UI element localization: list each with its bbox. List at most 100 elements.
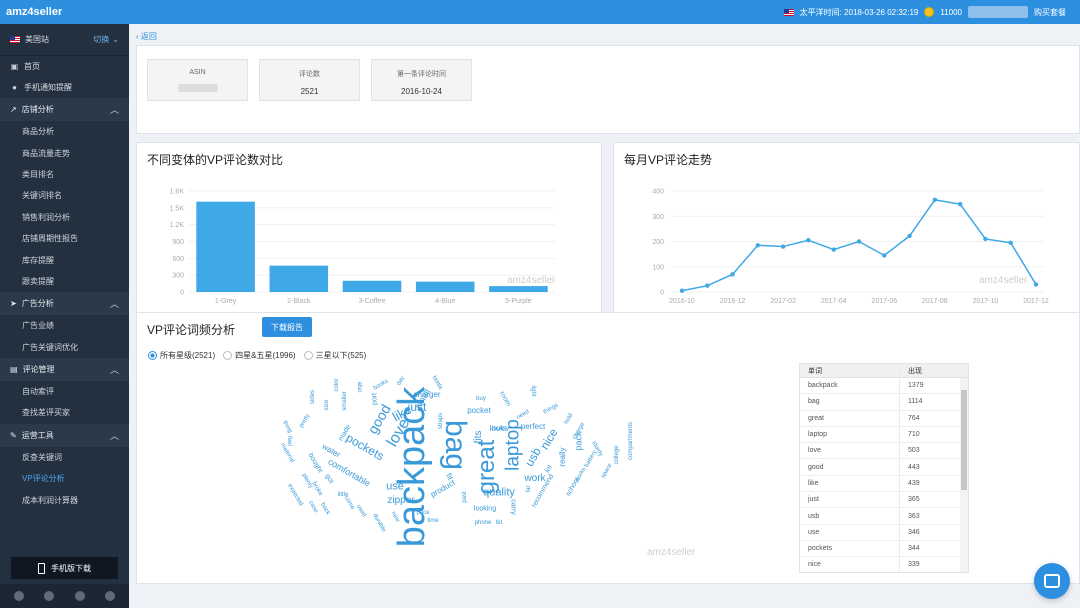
- wechat-icon[interactable]: [74, 591, 85, 601]
- sidebar-item-ad-performance[interactable]: 广告业绩: [0, 315, 129, 336]
- sidebar-item-hijack-alert[interactable]: 跟卖提醒: [0, 271, 129, 292]
- user-account[interactable]: [968, 6, 1028, 18]
- sidebar-item-periodic-report[interactable]: 店铺周期性报告: [0, 228, 129, 249]
- sidebar: 美国站 切换 ⌄ ▣ 首页 ● 手机通知提醒 ↗ 店铺分析 ︿ 商品分析 商品流量走势 类…: [0, 24, 129, 608]
- sidebar-item-product-analysis[interactable]: 商品分析: [0, 121, 129, 142]
- sidebar-item-category-rank[interactable]: 类目排名: [0, 164, 129, 185]
- radio-dot: [303, 351, 313, 360]
- cloud-word: phone: [474, 520, 492, 526]
- cloud-word: bought: [306, 451, 324, 475]
- cell-word: usb: [800, 508, 900, 524]
- y-tick-label: 1.5K: [170, 205, 185, 212]
- bar-4-Blue: [415, 281, 475, 292]
- sidebar-item-find-bad-reviewers[interactable]: 查找差评买家: [0, 402, 129, 423]
- x-tick-label: 2017-08: [922, 298, 948, 305]
- sidebar-footer: [0, 584, 129, 608]
- cloud-word: perfect: [520, 422, 546, 431]
- sidebar-group-store-analysis[interactable]: ↗ 店铺分析 ︿: [0, 98, 129, 121]
- cloud-word: things: [542, 402, 560, 416]
- sidebar-item-keyword-rank[interactable]: 关键词排名: [0, 185, 129, 206]
- line-chart-icon: ↗: [10, 105, 17, 114]
- asin-value: [148, 84, 247, 94]
- sidebar-group-ops-tools[interactable]: ✎ 运营工具 ︿: [0, 423, 129, 447]
- sidebar-group-review-mgmt[interactable]: ▤ 评论管理 ︿: [0, 357, 129, 381]
- header-count: 出现: [908, 367, 922, 375]
- mobile-download-label: 手机版下载: [51, 563, 91, 573]
- radio-label: 所有星级(2521): [160, 351, 216, 360]
- cell-word: bag: [800, 394, 900, 410]
- watermark-text: amz4seller: [979, 275, 1028, 286]
- download-report-button[interactable]: 下载报告: [262, 317, 312, 337]
- back-link[interactable]: ‹ 返回: [136, 31, 157, 42]
- y-tick-label: 900: [172, 239, 184, 246]
- table-scrollbar[interactable]: [960, 378, 968, 572]
- scrollbar-thumb[interactable]: [961, 390, 967, 490]
- table-row: backpack 1379: [800, 378, 968, 395]
- group-icon[interactable]: [104, 591, 115, 601]
- radio-label: 四星&五星(1996): [235, 351, 296, 360]
- sidebar-item-ad-keyword[interactable]: 广告关键词优化: [0, 337, 129, 358]
- sidebar-item-vp-review-analysis[interactable]: VP评论分析: [0, 468, 129, 489]
- x-tick-label: 5-Purple: [505, 298, 532, 305]
- cell-word: backpack: [800, 378, 900, 394]
- point-2017-07: [907, 233, 912, 239]
- x-tick-label: 3-Coffee: [359, 298, 386, 305]
- sidebar-item-reverse-keyword[interactable]: 反查关键词: [0, 447, 129, 468]
- sidebar-item-traffic-trend[interactable]: 商品流量走势: [0, 142, 129, 163]
- table-row: great 764: [800, 410, 968, 427]
- sidebar-item-inventory-alert[interactable]: 库存提醒: [0, 249, 129, 270]
- info-panel: ASIN 评论数 2521 第一条评论时间 2016-10-24: [136, 45, 1080, 134]
- users-icon[interactable]: [44, 591, 55, 601]
- cloud-word: use: [386, 480, 404, 493]
- cloud-word: thing: [281, 419, 293, 435]
- asin-box: ASIN: [147, 59, 248, 101]
- cell-word: nice: [800, 557, 900, 572]
- cloud-word: books: [372, 378, 390, 392]
- watermark-text: amz4seller: [647, 547, 696, 558]
- first-review-label: 第一条评论时间: [397, 71, 446, 78]
- x-tick-label: 2017-12: [1023, 298, 1049, 305]
- chat-support-button[interactable]: [1034, 563, 1070, 599]
- sidebar-item-mobile-notice[interactable]: ● 手机通知提醒: [0, 77, 129, 98]
- sidebar-item-profit-analysis[interactable]: 销售利润分析: [0, 207, 129, 228]
- chat-icon: [1044, 574, 1060, 588]
- bell-icon[interactable]: [14, 591, 25, 601]
- y-tick-label: 600: [172, 256, 184, 263]
- point-2016-12: [730, 272, 735, 277]
- cloud-word: usb: [522, 445, 544, 469]
- table-row: pockets 344: [800, 540, 968, 558]
- sidebar-item-auto-review[interactable]: 自动索评: [0, 381, 129, 402]
- brand-logo[interactable]: amz4seller: [0, 6, 129, 18]
- image-icon: ▤: [10, 364, 18, 374]
- radio-four-five-stars[interactable]: 四星&五星(1996): [223, 350, 296, 361]
- radio-all-stars[interactable]: 所有星级(2521): [148, 350, 215, 361]
- radio-three-below[interactable]: 三星以下(525): [303, 350, 366, 361]
- sidebar-group-ad-analysis[interactable]: ➤ 广告分析 ︿: [0, 292, 129, 316]
- sidebar-item-cost-calculator[interactable]: 成本利润计算器: [0, 489, 129, 510]
- cloud-word: bag: [439, 419, 472, 471]
- cloud-word: price: [416, 510, 430, 516]
- point-2017-12: [1033, 282, 1039, 287]
- cell-word: love: [800, 443, 900, 459]
- review-count-value: 2521: [300, 87, 319, 96]
- sidebar-item-home[interactable]: ▣ 首页: [0, 56, 129, 77]
- cell-word: good: [800, 459, 900, 475]
- radio-dot: [223, 351, 233, 360]
- x-tick-label: 2-Black: [287, 298, 311, 305]
- switch-site-button[interactable]: 切换 ⌄: [93, 34, 119, 45]
- buy-plan-link[interactable]: 购买套餐: [1034, 7, 1066, 18]
- review-count-label: 评论数: [299, 71, 320, 78]
- us-flag-icon: [10, 36, 20, 43]
- cell-count: 503: [908, 447, 920, 455]
- cloud-word: back: [319, 502, 331, 516]
- cloud-word: room: [497, 390, 513, 408]
- cell-count: 439: [908, 479, 920, 487]
- point-2017-04: [831, 247, 836, 252]
- cloud-word: size: [324, 399, 330, 411]
- sidebar-group-label: 运营工具: [21, 430, 54, 440]
- cloud-word: day: [395, 375, 407, 387]
- mobile-download-button[interactable]: 手机版下载: [11, 557, 118, 579]
- cloud-word: color: [334, 378, 340, 392]
- cloud-word: come: [342, 495, 356, 511]
- cloud-word: zipper: [387, 495, 415, 506]
